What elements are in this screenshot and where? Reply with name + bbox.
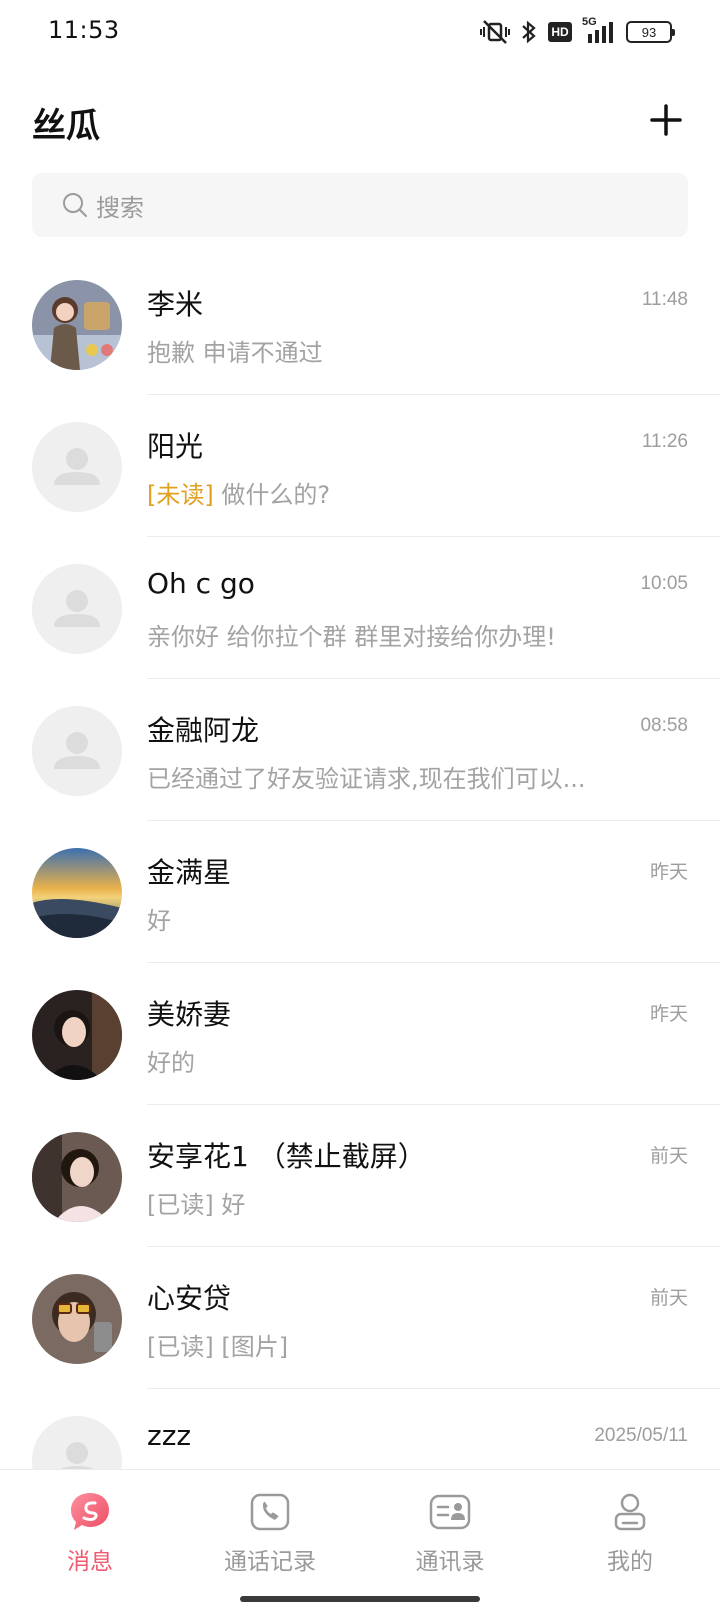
bluetooth-icon: [522, 20, 536, 44]
conversation-row[interactable]: 金融阿龙 08:58 已经通过了好友验证请求,现在我们可以...: [0, 679, 720, 821]
message-text: [已读] 好: [147, 1191, 246, 1219]
avatar: [32, 990, 122, 1080]
message-text: 做什么的?: [221, 481, 331, 509]
message-preview: [已读] [图片]: [147, 1327, 288, 1362]
tab-label: 消息: [67, 1549, 113, 1575]
contact-name: 安享花1 （禁止截屏）: [147, 1140, 426, 1173]
conversation-row[interactable]: 李米 11:48 抱歉 申请不通过: [0, 253, 720, 395]
plus-icon: [650, 104, 682, 136]
status-bar: 11:53 HD 5G 93: [0, 0, 720, 64]
default-avatar-icon: [32, 564, 122, 654]
contact-name: 李米: [147, 288, 204, 321]
hd-label: HD: [551, 25, 569, 39]
vibrate-mute-icon: [480, 20, 510, 44]
header: 丝瓜: [0, 80, 720, 160]
page-title: 丝瓜: [32, 106, 100, 146]
profile-icon: [614, 1493, 646, 1531]
message-text: 亲你好 给你拉个群 群里对接给你办理!: [147, 623, 556, 651]
conversation-row[interactable]: zzz 2025/05/11 好的: [0, 1389, 720, 1469]
tab-contacts[interactable]: 通讯录: [380, 1490, 520, 1576]
contact-name: 金融阿龙: [147, 714, 260, 747]
message-preview: 已经通过了好友验证请求,现在我们可以...: [147, 759, 586, 794]
phone-icon: [250, 1493, 290, 1531]
avatar: [32, 848, 122, 938]
avatar: [32, 280, 122, 370]
signal-icon: 5G: [582, 16, 616, 44]
tab-label: 通讯录: [415, 1549, 485, 1575]
message-time: 昨天: [649, 862, 688, 883]
tab-label: 我的: [607, 1549, 653, 1575]
message-time: 11:48: [641, 289, 688, 310]
conversation-row[interactable]: 美娇妻 昨天 好的: [0, 963, 720, 1105]
message-time: 10:05: [640, 573, 688, 594]
avatar: [32, 1274, 122, 1364]
search-icon: [63, 193, 87, 217]
contact-name: Oh c go: [147, 567, 255, 600]
conversation-row[interactable]: 安享花1 （禁止截屏） 前天 [已读] 好: [0, 1105, 720, 1247]
tab-profile[interactable]: 我的: [560, 1490, 700, 1576]
conversation-row[interactable]: Oh c go 10:05 亲你好 给你拉个群 群里对接给你办理!: [0, 537, 720, 679]
message-text: 好的: [147, 1049, 195, 1077]
default-avatar-icon: [32, 422, 122, 512]
message-preview: 好的: [147, 1043, 195, 1078]
tab-messages[interactable]: 消息: [20, 1490, 160, 1576]
contact-name: zzz: [147, 1419, 192, 1452]
message-preview: 好: [147, 901, 171, 936]
tab-call-history[interactable]: 通话记录: [200, 1490, 340, 1576]
home-indicator[interactable]: [240, 1596, 480, 1602]
message-time: 前天: [649, 1288, 688, 1309]
message-preview: 抱歉 申请不通过: [147, 333, 323, 368]
tab-label: 通话记录: [224, 1549, 316, 1575]
message-text: 已经通过了好友验证请求,现在我们可以...: [147, 765, 586, 793]
message-time: 08:58: [640, 715, 688, 736]
search-placeholder: 搜索: [96, 193, 144, 222]
message-text: [已读] [图片]: [147, 1333, 289, 1361]
search-input[interactable]: 搜索: [32, 173, 688, 237]
contact-name: 美娇妻: [147, 998, 232, 1031]
contact-name: 心安贷: [147, 1282, 232, 1315]
conversation-row[interactable]: 心安贷 前天 [已读] [图片]: [0, 1247, 720, 1389]
conversation-list[interactable]: 李米 11:48 抱歉 申请不通过 阳光 11:26 [未读] 做什么的? Oh…: [0, 253, 720, 1469]
bottom-tab-bar: 消息 通话记录 通讯录 我的: [0, 1469, 720, 1612]
conversation-row[interactable]: 金满星 昨天 好: [0, 821, 720, 963]
message-text: 抱歉 申请不通过: [147, 339, 323, 367]
message-time: 2025/05/11: [594, 1425, 688, 1446]
message-time: 前天: [649, 1146, 688, 1167]
message-preview: [已读] 好: [147, 1185, 245, 1220]
unread-tag: [未读]: [147, 481, 214, 509]
contacts-icon: [429, 1494, 471, 1530]
message-preview: 亲你好 给你拉个群 群里对接给你办理!: [147, 617, 556, 652]
message-text: 好: [147, 907, 171, 935]
message-time: 昨天: [649, 1004, 688, 1025]
message-preview: [未读] 做什么的?: [147, 475, 330, 510]
battery-level: 93: [641, 24, 657, 40]
conversation-row[interactable]: 阳光 11:26 [未读] 做什么的?: [0, 395, 720, 537]
battery-icon: 93: [626, 21, 675, 43]
message-icon: [71, 1493, 109, 1530]
default-avatar-icon: [32, 706, 122, 796]
hd-icon: HD: [548, 22, 572, 42]
status-icons: HD 5G 93: [480, 16, 675, 46]
status-time: 11:53: [48, 16, 120, 44]
avatar: [32, 1132, 122, 1222]
add-button[interactable]: [644, 98, 688, 142]
message-time: 11:26: [641, 431, 688, 452]
contact-name: 金满星: [147, 856, 232, 889]
contact-name: 阳光: [147, 430, 204, 463]
default-avatar-icon: [32, 1416, 122, 1469]
